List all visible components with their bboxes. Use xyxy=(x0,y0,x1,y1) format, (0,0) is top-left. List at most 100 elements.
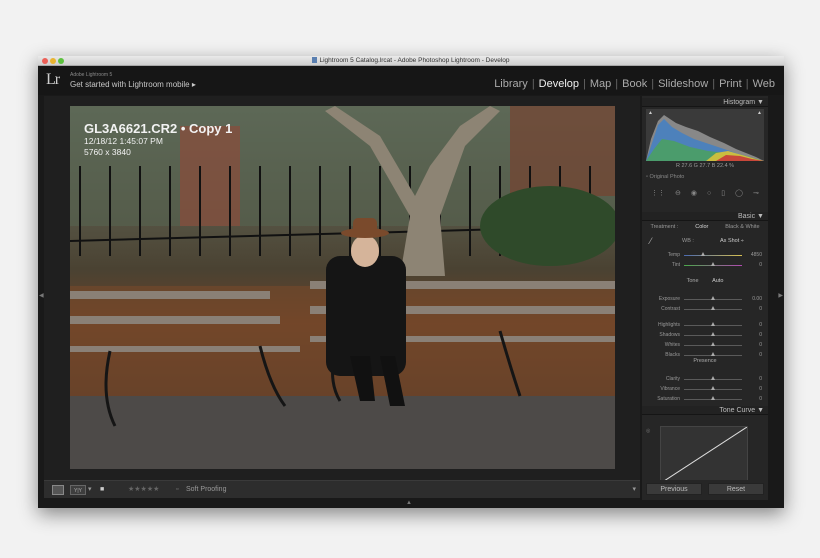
slider-handle[interactable] xyxy=(710,352,715,356)
photo-preview[interactable]: GL3A6621.CR2 • Copy 1 12/18/12 1:45:07 P… xyxy=(70,106,615,469)
slider-exposure[interactable]: Exposure 0.00 xyxy=(642,296,768,303)
right-panel-toggle-icon[interactable]: ▶ xyxy=(778,292,783,299)
before-after-icon[interactable]: Y|Y xyxy=(70,485,86,495)
soft-proofing-checkbox[interactable]: ▫ xyxy=(176,485,178,495)
slider-shadows[interactable]: Shadows 0 xyxy=(642,332,768,339)
adjustment-brush-icon[interactable]: ⊸ xyxy=(753,189,759,197)
slider-value[interactable]: 0 xyxy=(759,332,762,338)
tone-section: Tone Auto xyxy=(642,278,768,284)
slider-value[interactable]: 0 xyxy=(759,396,762,402)
module-book[interactable]: Book xyxy=(619,78,650,90)
identity-plate: Lr Adobe Lightroom 5 Get started with Li… xyxy=(38,66,784,95)
targeted-adjustment-icon[interactable]: ◎ xyxy=(646,428,650,434)
slider-label: Vibrance xyxy=(660,386,680,392)
slider-tint[interactable]: Tint 0 xyxy=(642,262,768,269)
presence-section: Presence xyxy=(693,358,717,364)
slider-vibrance[interactable]: Vibrance 0 xyxy=(642,386,768,393)
slider-handle[interactable] xyxy=(710,296,715,300)
title-bar: Lightroom 5 Catalog.lrcat - Adobe Photos… xyxy=(38,56,784,66)
basic-header[interactable]: Basic ▼ xyxy=(642,212,768,221)
module-library[interactable]: Library xyxy=(491,78,531,90)
slider-value[interactable]: 0 xyxy=(759,376,762,382)
toolbar-menu-icon[interactable]: ▾ xyxy=(632,485,636,495)
photo-datetime: 12/18/12 1:45:07 PM xyxy=(84,136,163,146)
slider-whites[interactable]: Whites 0 xyxy=(642,342,768,349)
slider-handle[interactable] xyxy=(701,252,706,256)
dropdown-arrow-icon[interactable]: ▾ xyxy=(88,485,92,495)
radial-filter-icon[interactable]: ◯ xyxy=(735,189,743,197)
photo-dimensions: 5760 x 3840 xyxy=(84,147,131,157)
tab-black-white[interactable]: Black & White xyxy=(725,224,759,230)
slider-saturation[interactable]: Saturation 0 xyxy=(642,396,768,403)
original-photo-checkbox[interactable]: ▫ Original Photo xyxy=(646,174,684,180)
module-slideshow[interactable]: Slideshow xyxy=(655,78,711,90)
slider-label: Shadows xyxy=(659,332,680,338)
loupe-view-icon[interactable] xyxy=(52,485,64,495)
slider-handle[interactable] xyxy=(710,386,715,390)
module-print[interactable]: Print xyxy=(716,78,745,90)
panel-buttons: Previous Reset xyxy=(642,480,768,498)
slider-handle[interactable] xyxy=(710,376,715,380)
tone-curve-graph[interactable] xyxy=(660,426,748,484)
photo-image xyxy=(70,106,615,469)
slider-label: Saturation xyxy=(657,396,680,402)
slider-clarity[interactable]: Clarity 0 xyxy=(642,376,768,383)
slider-value[interactable]: 0.00 xyxy=(752,296,762,302)
eyedropper-icon[interactable]: ⁄ xyxy=(650,236,652,246)
module-web[interactable]: Web xyxy=(750,78,778,90)
previous-button[interactable]: Previous xyxy=(646,483,702,495)
slider-value[interactable]: 0 xyxy=(759,322,762,328)
slider-highlights[interactable]: Highlights 0 xyxy=(642,322,768,329)
module-develop[interactable]: Develop xyxy=(536,78,582,90)
grid-overlay-icon[interactable]: ⋮⋮ xyxy=(651,189,665,197)
star-rating[interactable]: ★★★★★ xyxy=(128,485,159,495)
left-panel-toggle-icon[interactable]: ◀ xyxy=(39,292,44,299)
histogram[interactable]: ▲ ▲ xyxy=(646,109,764,161)
slider-value[interactable]: 0 xyxy=(759,386,762,392)
slider-handle[interactable] xyxy=(710,262,715,266)
slider-label: Tint xyxy=(671,262,680,268)
slider-track[interactable] xyxy=(684,255,742,256)
bottom-panel-toggle-icon[interactable]: ▲ xyxy=(406,500,412,506)
shadow-clipping-icon[interactable]: ▲ xyxy=(648,110,653,116)
reset-button[interactable]: Reset xyxy=(708,483,764,495)
slider-handle[interactable] xyxy=(710,306,715,310)
wb-select[interactable]: As Shot ÷ xyxy=(720,238,744,244)
slider-handle[interactable] xyxy=(710,342,715,346)
original-photo-label: Original Photo xyxy=(649,174,685,180)
slider-label: Highlights xyxy=(658,322,680,328)
soft-proofing-label[interactable]: Soft Proofing xyxy=(186,485,226,495)
tone-curve-header[interactable]: Tone Curve ▼ xyxy=(642,406,768,415)
product-name: Adobe Lightroom 5 xyxy=(70,72,113,78)
slider-value[interactable]: 0 xyxy=(759,262,762,268)
slider-handle[interactable] xyxy=(710,322,715,326)
image-canvas[interactable]: GL3A6621.CR2 • Copy 1 12/18/12 1:45:07 P… xyxy=(44,96,640,480)
slider-value[interactable]: 4850 xyxy=(751,252,762,258)
crop-icon[interactable]: ⊖ xyxy=(675,189,681,197)
highlight-clipping-icon[interactable]: ▲ xyxy=(757,110,762,116)
slider-value[interactable]: 0 xyxy=(759,306,762,312)
red-eye-icon[interactable]: ○ xyxy=(707,190,711,197)
right-panel: Histogram ▼ ▲ ▲ R 27.6 G 27.7 B 22.4 % ▫… xyxy=(642,96,768,500)
module-map[interactable]: Map xyxy=(587,78,614,90)
photo-info-overlay: GL3A6621.CR2 • Copy 1 12/18/12 1:45:07 P… xyxy=(84,122,232,158)
lightroom-window: Lightroom 5 Catalog.lrcat - Adobe Photos… xyxy=(38,56,784,508)
mobile-promo-link[interactable]: Get started with Lightroom mobile ▸ xyxy=(70,80,196,89)
tone-curve-line xyxy=(660,426,748,484)
slider-label: Contrast xyxy=(661,306,680,312)
slider-temp[interactable]: Temp 4850 xyxy=(642,252,768,259)
tab-color[interactable]: Color xyxy=(695,224,708,230)
slider-label: Clarity xyxy=(665,376,680,382)
slider-handle[interactable] xyxy=(710,396,715,400)
auto-tone-button[interactable]: Auto xyxy=(712,278,723,284)
histogram-header[interactable]: Histogram ▼ xyxy=(642,98,768,107)
tone-label: Tone xyxy=(686,278,699,284)
slider-value[interactable]: 0 xyxy=(759,342,762,348)
graduated-filter-icon[interactable]: ▯ xyxy=(721,189,725,197)
flag-icon[interactable]: ■ xyxy=(100,485,104,495)
slider-label: Temp xyxy=(667,252,680,258)
slider-contrast[interactable]: Contrast 0 xyxy=(642,306,768,313)
spot-removal-icon[interactable]: ◉ xyxy=(691,189,697,197)
window-title: Lightroom 5 Catalog.lrcat - Adobe Photos… xyxy=(38,56,784,66)
slider-handle[interactable] xyxy=(710,332,715,336)
